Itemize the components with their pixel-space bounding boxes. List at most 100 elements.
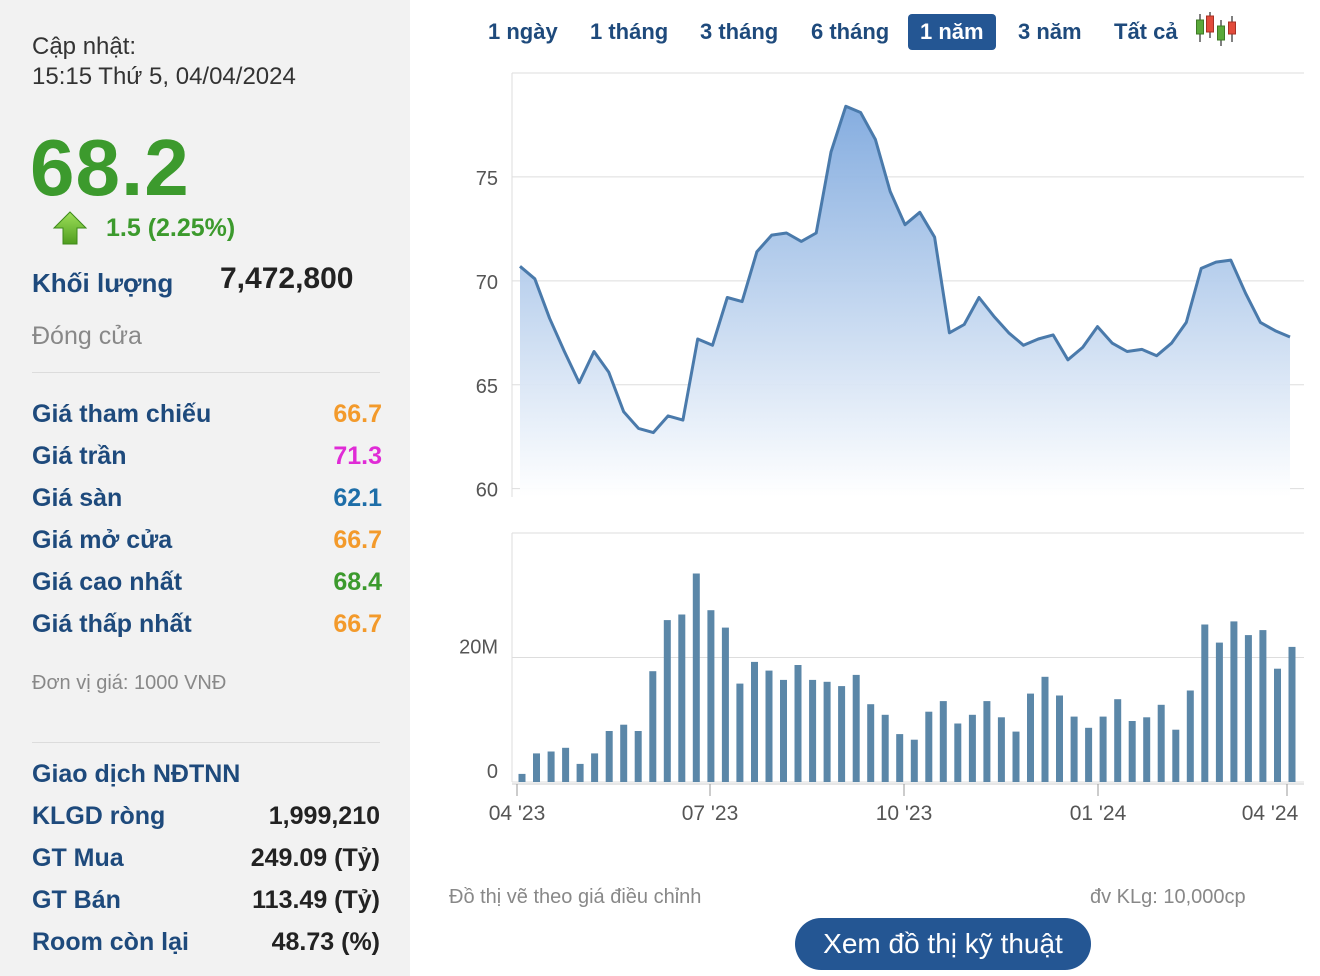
volume-bar — [1172, 729, 1180, 782]
tab-3-months[interactable]: 3 tháng — [688, 14, 790, 50]
volume-value: 7,472,800 — [220, 262, 354, 295]
stat-value: 62.1 — [333, 484, 382, 512]
tab-3-years[interactable]: 3 năm — [1006, 14, 1094, 50]
divider — [32, 742, 380, 743]
volume-bar — [663, 620, 671, 782]
volume-bar — [896, 734, 904, 782]
adjusted-price-note: Đồ thị vẽ theo giá điều chỉnh — [449, 886, 702, 908]
volume-bar — [1244, 635, 1252, 782]
volume-bar — [1215, 642, 1223, 782]
stat-label: Giá thấp nhất — [32, 610, 192, 638]
foreign-row-net-volume: KLGD ròng 1,999,210 — [32, 802, 380, 836]
volume-bar — [649, 671, 657, 782]
volume-bar — [881, 714, 889, 782]
stat-label: Giá mở cửa — [32, 526, 173, 554]
volume-bar — [1041, 676, 1049, 782]
volume-bar — [678, 614, 686, 782]
stat-value: 66.7 — [333, 400, 382, 428]
x-tick-label: 07 '23 — [682, 802, 739, 825]
price-tick-label: 75 — [476, 168, 498, 190]
current-price: 68.2 — [30, 123, 190, 212]
volume-bar — [925, 711, 933, 782]
volume-bar — [547, 751, 555, 782]
update-time: 15:15 Thứ 5, 04/04/2024 — [32, 63, 296, 90]
foreign-label: GT Bán — [32, 886, 121, 914]
volume-bar — [983, 701, 991, 782]
volume-bar — [1012, 731, 1020, 782]
volume-bar — [794, 665, 802, 782]
volume-bar — [634, 731, 642, 782]
volume-bar — [1099, 716, 1107, 782]
foreign-label: Room còn lại — [32, 928, 189, 956]
market-status: Đóng cửa — [32, 322, 142, 350]
foreign-value: 113.49 (Tỷ) — [252, 886, 380, 914]
price-area-fill — [520, 106, 1290, 498]
up-arrow-icon — [52, 211, 88, 245]
foreign-value: 249.09 (Tỷ) — [250, 844, 380, 872]
tab-all[interactable]: Tất cả — [1102, 14, 1190, 50]
stat-label: Giá sàn — [32, 484, 123, 512]
volume-bar — [1259, 630, 1267, 782]
tab-1-month[interactable]: 1 tháng — [578, 14, 680, 50]
stat-label: Giá trần — [32, 442, 127, 470]
volume-bar — [1027, 693, 1034, 782]
volume-label: Khối lượng — [32, 268, 174, 298]
update-label: Cập nhật: — [32, 33, 137, 60]
volume-bar — [518, 773, 526, 782]
volume-bar — [721, 627, 729, 782]
volume-bar — [751, 661, 758, 782]
volume-bar — [736, 683, 744, 782]
foreign-value: 48.73 (%) — [271, 928, 380, 956]
tab-6-months[interactable]: 6 tháng — [799, 14, 901, 50]
foreign-value: 1,999,210 — [268, 802, 380, 830]
volume-tick-label: 20M — [459, 637, 498, 659]
price-line — [519, 104, 1291, 435]
stat-row-open: Giá mở cửa 66.7 — [32, 526, 382, 560]
stat-value: 66.7 — [333, 610, 382, 638]
update-info: Cập nhật: 15:15 Thứ 5, 04/04/2024 — [32, 32, 296, 92]
volume-bar — [910, 739, 918, 782]
volume-bar — [1128, 721, 1136, 782]
volume-bar — [591, 753, 599, 782]
volume-bar — [1201, 624, 1209, 782]
volume-bar — [707, 610, 715, 782]
stat-row-reference: Giá tham chiếu 66.7 — [32, 400, 382, 434]
stat-value: 66.7 — [333, 526, 382, 554]
volume-bar — [765, 670, 773, 782]
foreign-row-buy-value: GT Mua 249.09 (Tỷ) — [32, 844, 380, 878]
volume-unit-note: đv KLg: 10,000cp — [1090, 886, 1246, 908]
stat-value: 68.4 — [333, 568, 382, 596]
volume-bar — [1186, 690, 1194, 782]
x-tick-label: 04 '23 — [489, 802, 546, 825]
quote-panel: Cập nhật: 15:15 Thứ 5, 04/04/2024 68.2 1… — [0, 0, 410, 976]
volume-bar — [823, 681, 831, 782]
stat-row-high: Giá cao nhất 68.4 — [32, 568, 382, 602]
tab-1-year[interactable]: 1 năm — [908, 14, 996, 50]
volume-tick-label: 0 — [487, 761, 498, 783]
stat-row-low: Giá thấp nhất 66.7 — [32, 610, 382, 644]
stat-value: 71.3 — [333, 442, 382, 470]
foreign-label: GT Mua — [32, 844, 124, 872]
candlestick-icon[interactable] — [1194, 10, 1238, 48]
foreign-row-room: Room còn lại 48.73 (%) — [32, 928, 380, 962]
volume-bar — [1157, 704, 1165, 782]
volume-bar — [1288, 646, 1296, 782]
volume-bar — [1143, 717, 1151, 782]
stat-label: Giá cao nhất — [32, 568, 183, 596]
volume-bar — [605, 731, 613, 782]
volume-bar — [809, 679, 817, 782]
stat-label: Giá tham chiếu — [32, 400, 212, 428]
volume-bar — [1274, 668, 1281, 782]
x-tick-label: 04 '24 — [1242, 802, 1299, 825]
x-tick-label: 10 '23 — [876, 802, 933, 825]
volume-bar — [1056, 695, 1063, 782]
volume-bar — [562, 747, 570, 782]
volume-bar — [1070, 716, 1078, 782]
volume-bar — [838, 686, 846, 782]
volume-bar — [939, 701, 947, 782]
technical-chart-button[interactable]: Xem đồ thị kỹ thuật — [795, 918, 1091, 970]
volume-bar — [1230, 621, 1238, 782]
price-tick-label: 65 — [476, 376, 498, 398]
price-tick-label: 70 — [476, 272, 498, 294]
tab-1-day[interactable]: 1 ngày — [476, 14, 570, 50]
